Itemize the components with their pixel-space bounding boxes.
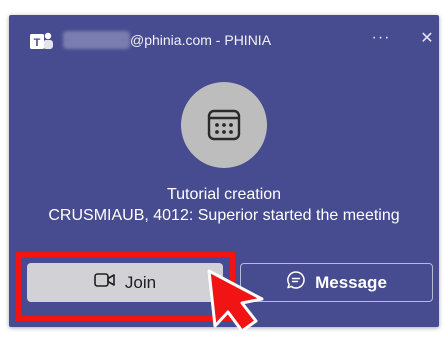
join-label: Join: [124, 272, 157, 292]
close-button[interactable]: ✕: [417, 29, 437, 49]
teams-logo-icon: T: [29, 31, 55, 51]
svg-text:T: T: [34, 37, 41, 49]
join-button[interactable]: Join: [27, 263, 223, 302]
pointer-arrow-icon: [207, 269, 264, 333]
message-label: Message: [315, 272, 387, 292]
message-button[interactable]: Message: [240, 263, 433, 302]
video-camera-icon: [94, 272, 116, 293]
meeting-title: Tutorial creation: [166, 186, 282, 203]
chat-bubble-icon: [286, 270, 306, 295]
meeting-status: CRUSMIAUB, 4012: Superior started the me…: [48, 207, 400, 224]
calendar-icon: [207, 109, 241, 141]
sender-name-redacted: [63, 31, 130, 49]
notification-title-bar: T @phinia.com - PHINIA ··· ✕: [9, 15, 439, 57]
more-options-button[interactable]: ···: [370, 29, 392, 49]
sender-email: @phinia.com - PHINIA: [130, 32, 272, 48]
meeting-avatar: [181, 82, 267, 168]
